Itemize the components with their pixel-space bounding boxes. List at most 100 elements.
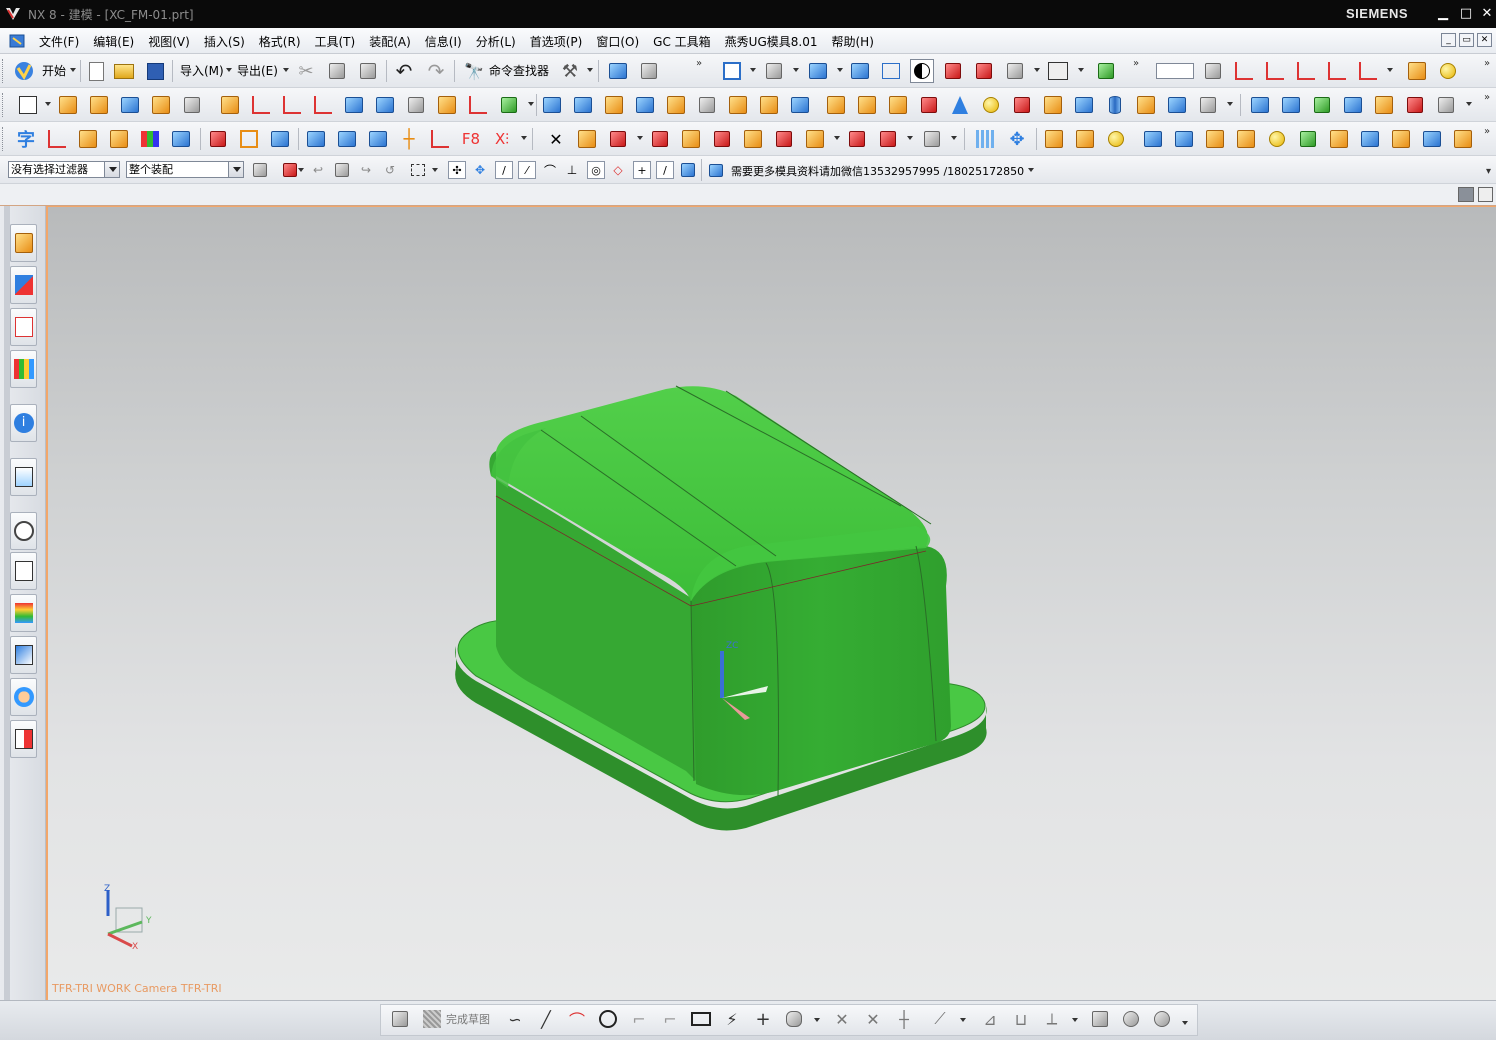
snap-on-face-icon[interactable] — [678, 160, 698, 180]
trim-tool-icon[interactable] — [876, 127, 900, 151]
profile-icon[interactable]: ∽ — [503, 1007, 527, 1031]
animate-dimension-icon[interactable] — [1119, 1007, 1143, 1031]
shaded-dropdown-icon[interactable] — [837, 68, 843, 72]
hd3d-tools-icon[interactable]: i — [10, 404, 37, 442]
workpiece-icon[interactable] — [710, 127, 734, 151]
snap-icon[interactable] — [1405, 59, 1429, 83]
maximize-button[interactable]: □ — [1457, 5, 1475, 23]
wireframe-view-icon[interactable] — [879, 59, 903, 83]
wcs-rotate-icon[interactable] — [1294, 59, 1318, 83]
patch-icon[interactable] — [845, 127, 869, 151]
feature-dropdown-icon[interactable] — [1227, 102, 1233, 106]
support-pillar-icon[interactable] — [1141, 127, 1165, 151]
position-icon[interactable]: ✥ — [1005, 127, 1029, 151]
chamfer-icon[interactable] — [695, 93, 719, 117]
split-body-icon[interactable] — [855, 93, 879, 117]
alternate-solution-icon[interactable] — [1150, 1007, 1174, 1031]
offset-dropdown-icon[interactable] — [814, 1018, 820, 1022]
cavity-block-icon[interactable] — [679, 127, 703, 151]
start-dropdown-icon[interactable] — [70, 68, 76, 72]
pattern-icon[interactable] — [540, 93, 564, 117]
model-canvas[interactable]: ZC — [46, 206, 1496, 1000]
palette-icon[interactable] — [10, 720, 37, 758]
menu-tools[interactable]: 工具(T) — [308, 33, 363, 50]
link-icon[interactable] — [606, 59, 630, 83]
constraint-navigator-icon[interactable] — [10, 266, 37, 304]
import-dropdown-icon[interactable] — [226, 68, 232, 72]
insert-icon[interactable] — [268, 127, 292, 151]
cylinder-icon[interactable] — [149, 93, 173, 117]
arc-icon[interactable]: ⌒ — [565, 1007, 589, 1031]
datum-plane-icon[interactable] — [404, 93, 428, 117]
utility-toolbar-more-icon[interactable]: » — [1484, 58, 1490, 69]
nx-app-icon[interactable] — [4, 5, 22, 23]
start-button[interactable]: 开始 — [42, 62, 66, 79]
auto-constrain-icon[interactable]: ⟂ — [1040, 1007, 1064, 1031]
visualization-icon[interactable] — [10, 594, 37, 632]
roles-icon[interactable] — [10, 636, 37, 674]
parting-surface-icon[interactable] — [606, 127, 630, 151]
point-sketch-icon[interactable]: + — [751, 1007, 775, 1031]
selection-mode-dropdown-icon[interactable] — [298, 168, 304, 172]
curve-icon[interactable] — [249, 93, 273, 117]
document-app-icon[interactable] — [9, 33, 27, 49]
offset-face-icon[interactable] — [886, 93, 910, 117]
menu-format[interactable]: 格式(R) — [252, 33, 308, 50]
sketch-more-dropdown-icon[interactable] — [1182, 1021, 1188, 1025]
rectangle-icon[interactable] — [689, 1007, 713, 1031]
general-selection-icon[interactable] — [250, 160, 270, 180]
snap-quadrant-icon[interactable]: ◇ — [608, 160, 628, 180]
split-face-icon[interactable]: ✕ — [544, 127, 568, 151]
copy-icon[interactable] — [325, 59, 349, 83]
toolbar-grip[interactable] — [2, 59, 5, 83]
background-dropdown-icon[interactable] — [1078, 68, 1084, 72]
wcs-display-icon[interactable] — [1356, 59, 1380, 83]
cube-info-icon[interactable] — [706, 160, 726, 180]
stop-icon[interactable] — [1389, 127, 1413, 151]
trim-dropdown-icon[interactable] — [907, 136, 913, 140]
save-icon[interactable] — [143, 59, 167, 83]
feature-curve-icon[interactable]: ↩ — [308, 160, 328, 180]
runner-icon[interactable] — [428, 127, 452, 151]
wireframe-body-icon[interactable] — [1196, 93, 1220, 117]
strip-maximize-icon[interactable] — [1478, 187, 1493, 202]
polygon-icon[interactable]: ⚡ — [720, 1007, 744, 1031]
rectangle-select-dropdown-icon[interactable] — [432, 168, 438, 172]
snap-existing-point-icon[interactable]: + — [633, 161, 651, 179]
tools-dropdown-icon[interactable] — [587, 68, 593, 72]
doc-minimize-button[interactable]: _ — [1441, 33, 1456, 47]
doc-restore-button[interactable]: ▭ — [1459, 33, 1474, 47]
move-to-layer-icon[interactable] — [1232, 59, 1256, 83]
cut-icon[interactable]: ✂ — [294, 59, 318, 83]
sketch-dimension-icon[interactable] — [45, 127, 69, 151]
new-file-icon[interactable] — [84, 59, 108, 83]
check-region-icon[interactable] — [803, 127, 827, 151]
sew-icon[interactable] — [917, 93, 941, 117]
grid-icon[interactable] — [974, 127, 998, 151]
gate-icon[interactable] — [366, 127, 390, 151]
type-filter-select[interactable]: 没有选择过滤器 — [8, 161, 120, 178]
clipping-icon[interactable] — [972, 59, 996, 83]
parting-dropdown-icon[interactable] — [637, 136, 643, 140]
extract-body-icon[interactable] — [1165, 93, 1189, 117]
chamfer-sketch-icon[interactable]: ⌐ — [658, 1007, 682, 1031]
body-selection-icon[interactable] — [332, 160, 352, 180]
make-corner-icon[interactable]: ┼ — [892, 1007, 916, 1031]
swept-icon[interactable] — [1310, 93, 1334, 117]
graphics-window[interactable]: ZC Z Y X TFR-TRI WORK Camera TFR-TRI — [46, 206, 1496, 1000]
locating-ring-icon[interactable] — [1104, 127, 1128, 151]
fit-dropdown-icon[interactable] — [750, 68, 756, 72]
snap-control-point-icon[interactable]: ⌒ — [540, 160, 560, 180]
undo-icon[interactable]: ↶ — [392, 59, 416, 83]
view-triad[interactable] — [106, 890, 143, 948]
edge-blend-icon[interactable] — [664, 93, 688, 117]
boolean-icon[interactable] — [180, 93, 204, 117]
view-toolbar-more-icon[interactable]: » — [1133, 58, 1139, 69]
extrude-icon[interactable] — [56, 93, 80, 117]
minimize-button[interactable]: ▁ — [1434, 5, 1452, 23]
wcs-origin-icon[interactable] — [1263, 59, 1287, 83]
constraint-dropdown-icon[interactable] — [1072, 1018, 1078, 1022]
enlarge-icon[interactable] — [1434, 93, 1458, 117]
rectangle-select-icon[interactable] — [408, 160, 428, 180]
cylinder-primitive-icon[interactable] — [1103, 93, 1127, 117]
